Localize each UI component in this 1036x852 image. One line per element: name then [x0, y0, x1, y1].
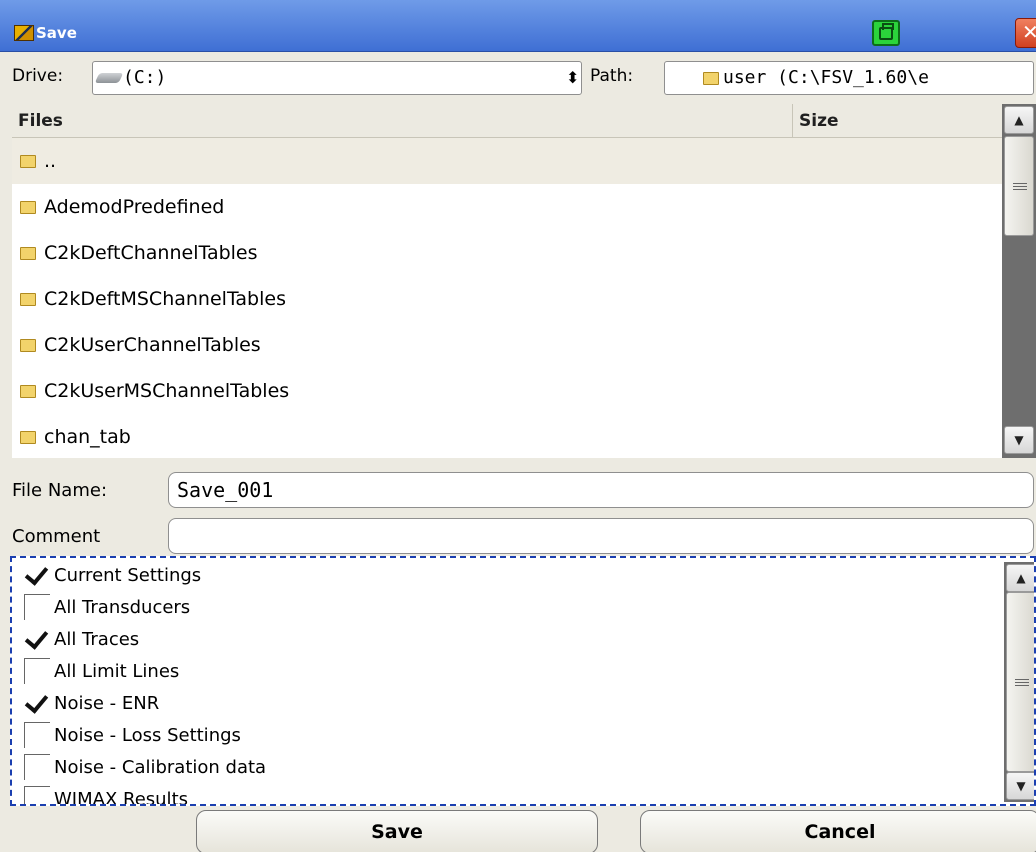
- file-row[interactable]: C2kDeftMSChannelTables: [12, 276, 1002, 322]
- options-scroll-down-icon[interactable]: ▼: [1006, 772, 1034, 800]
- title-bar: Save ✕: [0, 0, 1036, 52]
- checkbox[interactable]: [24, 722, 50, 748]
- file-row[interactable]: C2kDeftChannelTables: [12, 230, 1002, 276]
- option-label: Noise - Loss Settings: [54, 725, 241, 746]
- checkbox[interactable]: [24, 786, 50, 804]
- scroll-down-icon[interactable]: ▼: [1004, 426, 1034, 454]
- file-row[interactable]: C2kUserMSChannelTables: [12, 368, 1002, 414]
- file-name-label: File Name:: [12, 480, 108, 501]
- drive-spin-icon[interactable]: ⬍: [566, 68, 579, 87]
- file-name: C2kUserMSChannelTables: [44, 380, 290, 402]
- file-name: C2kDeftChannelTables: [44, 242, 258, 264]
- file-name: C2kUserChannelTables: [44, 334, 261, 356]
- file-list[interactable]: Files Size .. AdemodPredefined C2kDeftChan…: [12, 104, 1036, 458]
- column-files[interactable]: Files: [12, 104, 63, 138]
- checkbox[interactable]: [24, 594, 50, 620]
- close-button[interactable]: ✕: [1015, 18, 1036, 48]
- folder-icon: [20, 293, 36, 306]
- option-label: Noise - ENR: [54, 693, 160, 714]
- save-button[interactable]: Save: [196, 810, 598, 852]
- path-label: Path:: [590, 66, 634, 86]
- app-icon: [14, 25, 34, 41]
- window-title: Save: [36, 24, 77, 42]
- path-value: user (C:\FSV_1.60\e: [723, 67, 929, 88]
- printer-icon[interactable]: [872, 20, 900, 46]
- checkmark-icon[interactable]: [24, 626, 50, 652]
- checkbox[interactable]: [24, 658, 50, 684]
- scroll-thumb[interactable]: [1004, 136, 1034, 236]
- comment-label: Comment: [12, 526, 101, 547]
- option-label: Current Settings: [54, 565, 202, 586]
- option-label: Noise - Calibration data: [54, 757, 267, 778]
- file-row[interactable]: C2kUserChannelTables: [12, 322, 1002, 368]
- checkmark-icon[interactable]: [24, 690, 50, 716]
- options-scrollbar[interactable]: ▲ ▼: [1004, 562, 1034, 802]
- options-scroll-thumb[interactable]: [1006, 592, 1034, 772]
- cancel-button[interactable]: Cancel: [640, 810, 1036, 852]
- option-label: All Traces: [54, 629, 140, 650]
- file-name: chan_tab: [44, 426, 131, 448]
- save-options-list[interactable]: Current Settings All Transducers All Trace…: [10, 556, 1036, 806]
- file-name: ..: [44, 150, 57, 172]
- folder-icon: [20, 201, 36, 214]
- file-row[interactable]: AdemodPredefined: [12, 184, 1002, 230]
- file-list-header: Files Size: [12, 104, 1002, 138]
- folder-icon: [20, 247, 36, 260]
- scroll-up-icon[interactable]: ▲: [1004, 106, 1034, 134]
- drive-label: Drive:: [12, 66, 64, 86]
- comment-input[interactable]: [168, 518, 1034, 554]
- file-row[interactable]: ..: [12, 138, 1002, 184]
- folder-icon: [20, 339, 36, 352]
- option-label: All Transducers: [54, 597, 191, 618]
- options-scroll-up-icon[interactable]: ▲: [1006, 564, 1034, 592]
- drive-value: (C:): [123, 67, 167, 88]
- file-name: C2kDeftMSChannelTables: [44, 288, 286, 310]
- folder-icon: [703, 72, 719, 85]
- option-label: All Limit Lines: [54, 661, 180, 682]
- option-label: WIMAX Results: [54, 789, 188, 806]
- file-list-scrollbar[interactable]: ▲ ▼: [1002, 104, 1036, 458]
- column-size[interactable]: Size: [792, 104, 1002, 138]
- file-row[interactable]: chan_tab: [12, 414, 1002, 458]
- folder-icon: [20, 431, 36, 444]
- path-select[interactable]: user (C:\FSV_1.60\e: [664, 61, 1034, 95]
- folder-icon: [20, 385, 36, 398]
- hard-drive-icon: [94, 73, 124, 83]
- folder-icon: [20, 155, 36, 168]
- checkbox[interactable]: [24, 754, 50, 780]
- drive-select[interactable]: (C:): [92, 61, 582, 95]
- file-name-input[interactable]: Save_001: [168, 472, 1034, 508]
- checkmark-icon[interactable]: [24, 562, 50, 588]
- file-name: AdemodPredefined: [44, 196, 225, 218]
